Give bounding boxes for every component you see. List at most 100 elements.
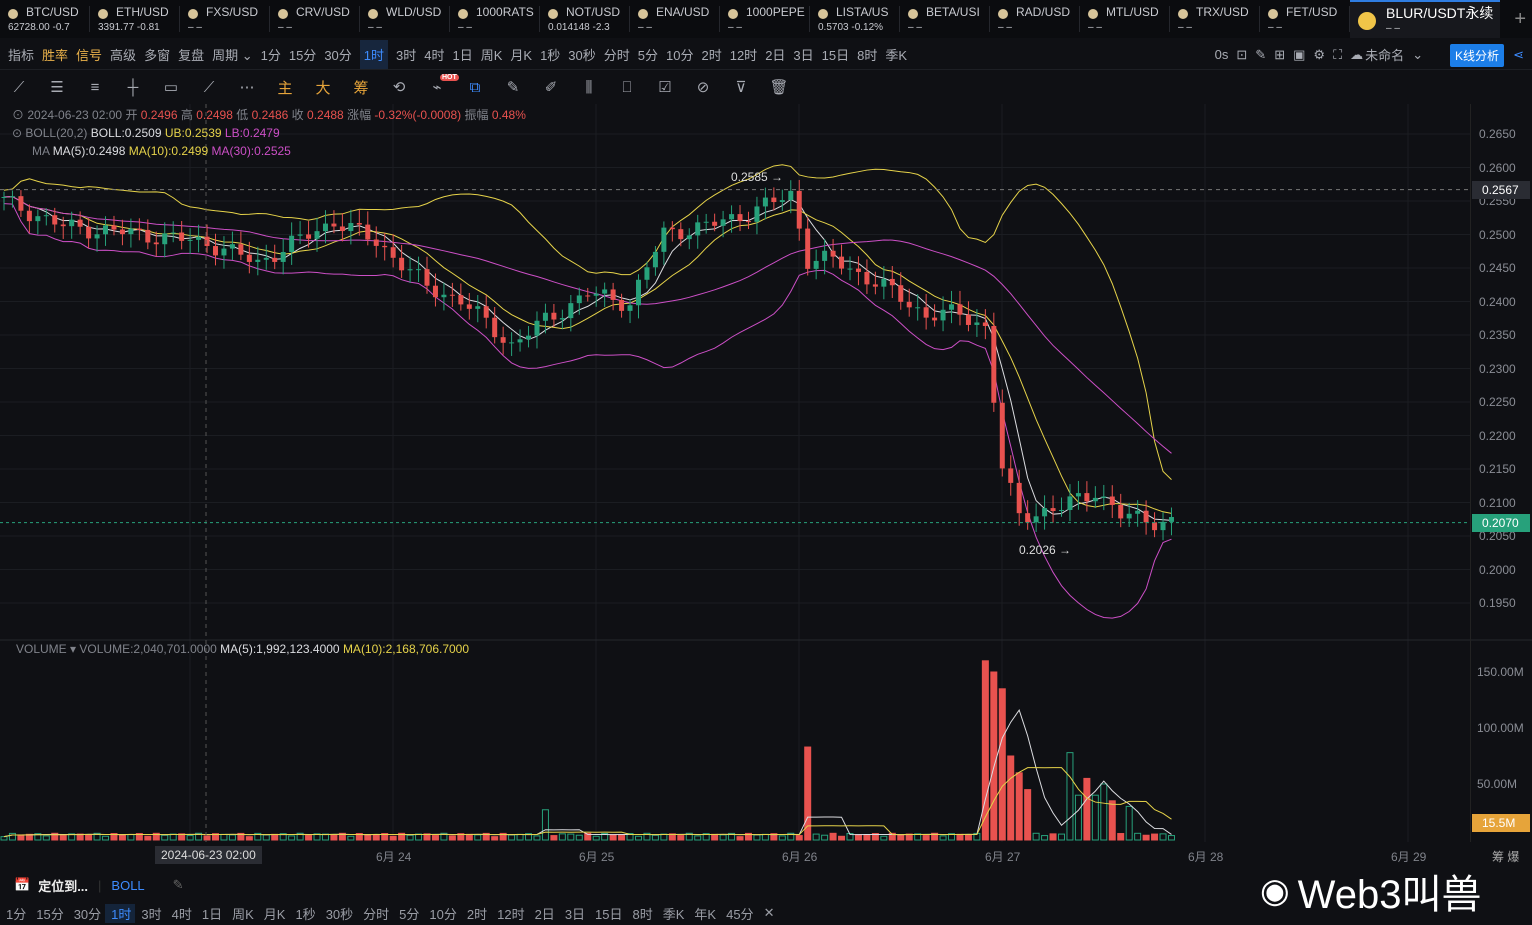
bottom-interval-tab[interactable]: 1时 [105,903,136,923]
line-tool-icon[interactable]: ⟋ [0,79,38,96]
locate-button[interactable]: 定位到... [38,876,88,895]
toolbar-3[interactable]: 高级 [110,45,136,64]
lock-icon[interactable]: ⎕ [608,79,646,96]
toolbar-1[interactable]: 胜率 [42,45,68,64]
bottom-interval-tab[interactable]: 3时 [135,904,165,923]
ticker-tab[interactable]: LISTA/US 0.5703 -0.12% [810,6,900,32]
magnet-icon[interactable]: ⊘ [684,78,722,96]
interval-tab[interactable]: 1时 [359,40,389,69]
ticker-tab[interactable]: BLUR/USDT永续 – – [1350,0,1500,38]
calendar-icon[interactable]: 📅 [14,877,30,893]
bottom-interval-tab[interactable]: 1日 [196,904,226,923]
ticker-tab[interactable]: 1000RATS – – [450,6,540,32]
compare-icon[interactable]: ⫼ [570,79,608,96]
camera-icon[interactable]: ⊡ [1236,47,1247,63]
interval-tab[interactable]: 2日 [765,45,785,64]
layout-name[interactable]: 未命名 [1365,45,1404,64]
note-icon[interactable]: ☑ [646,78,684,96]
bottom-interval-tab[interactable]: 1秒 [289,904,319,923]
bottom-interval-tab[interactable]: 分时 [357,904,393,923]
bottom-interval-tab[interactable]: 5分 [393,904,423,923]
trash-icon[interactable]: 🗑 [760,78,798,96]
cloud-icon[interactable]: ☁ [1350,47,1363,63]
filter-icon[interactable]: ⊽ [722,78,760,96]
interval-tab[interactable]: 15日 [822,45,849,64]
ma-name[interactable]: MA [32,144,49,158]
bottom-interval-tab[interactable]: 月K [258,904,290,923]
interval-tab[interactable]: 15分 [289,45,316,64]
boll-name[interactable]: BOLL(20,2) [25,126,87,140]
collapse-icon[interactable]: ⊙ [12,126,25,140]
brush-icon[interactable]: ✐ [532,78,570,96]
volume-name[interactable]: VOLUME [16,642,67,656]
ticker-tab[interactable]: ENA/USD – – [630,6,720,32]
interval-tab[interactable]: 3日 [793,45,813,64]
bottom-interval-tab[interactable]: 季K [657,904,689,923]
bottom-interval-tab[interactable]: 年K [688,904,720,923]
ticker-tab[interactable]: RAD/USD – – [990,6,1080,32]
interval-tab[interactable]: 3时 [396,45,416,64]
interval-tab[interactable]: 1日 [452,45,472,64]
bottom-interval-tab[interactable]: 1分 [0,904,30,923]
main-chip-button[interactable]: 主 [266,77,304,98]
horizontal-line-icon[interactable]: ┼ [114,79,152,96]
interval-tab[interactable]: 月K [510,45,532,64]
interval-tab[interactable]: 8时 [857,45,877,64]
parallel-lines-icon[interactable]: ☰ [38,78,76,96]
interval-tab[interactable]: 分时 [604,45,630,64]
ruler-icon[interactable]: ✎ [494,78,532,96]
ticker-tab[interactable]: FXS/USD – – [180,6,270,32]
interval-tab[interactable]: 30分 [324,45,351,64]
interval-tab[interactable]: 12时 [730,45,757,64]
add-window-icon[interactable]: ⊞ [1274,47,1285,63]
ray-icon[interactable]: ⟋ [190,79,228,96]
interval-tab[interactable]: 周K [481,45,503,64]
ticker-tab[interactable]: ETH/USD 3391.77 -0.81 [90,6,180,32]
bottom-interval-tab[interactable]: 2日 [529,904,559,923]
large-chip-button[interactable]: 大 [304,77,342,98]
fullscreen-icon[interactable]: ⛶ [1333,47,1342,63]
price-chart[interactable] [0,104,1532,842]
share-icon[interactable]: ⋖ [1513,47,1524,63]
interval-tab[interactable]: 1分 [261,45,281,64]
indicator-tag[interactable]: BOLL [111,878,144,893]
ticker-tab[interactable]: TRX/USD – – [1170,6,1260,32]
ticker-tab[interactable]: FET/USD – – [1260,6,1350,32]
ticker-tab[interactable]: WLD/USD – – [360,6,450,32]
ticker-tab[interactable]: 1000PEPE – – [720,6,810,32]
rectangle-icon[interactable]: ▭ [152,78,190,96]
bottom-interval-tab[interactable]: 45分 [720,904,757,923]
bottom-interval-tab[interactable]: 4时 [166,904,196,923]
bottom-interval-tab[interactable]: 15日 [589,904,626,923]
toolbar-4[interactable]: 多窗 [144,45,170,64]
k-analysis-button[interactable]: K线分析 [1449,44,1504,67]
interval-tab[interactable]: 4时 [424,45,444,64]
ticker-tab[interactable]: CRV/USD – – [270,6,360,32]
ticker-tab[interactable]: MTL/USD – – [1080,6,1170,32]
bottom-interval-tab[interactable]: 2时 [461,904,491,923]
bottom-interval-tab[interactable]: 30秒 [320,904,357,923]
edit-icon[interactable]: ✎ [173,877,184,893]
bottom-interval-tab[interactable]: 3日 [559,904,589,923]
bottom-interval-tab[interactable]: 10分 [423,904,460,923]
bottom-interval-tab[interactable]: 30分 [68,904,105,923]
template-icon[interactable]: ▣ [1293,47,1305,63]
settings-icon[interactable]: ⚙ [1313,47,1325,63]
ticker-tab[interactable]: BETA/USI – – [900,6,990,32]
toolbar-6[interactable]: 周期 ⌄ [212,45,253,64]
collapse-icon[interactable]: ⊙ [12,108,27,122]
pen-icon[interactable]: ✎ [1255,47,1266,63]
bottom-interval-tab[interactable]: 8时 [627,904,657,923]
interval-tab[interactable]: 30秒 [568,45,595,64]
interval-tab[interactable]: 1秒 [540,45,560,64]
chip-button[interactable]: 筹 [342,77,380,98]
interval-tab[interactable]: 10分 [666,45,693,64]
interval-tab[interactable]: 季K [885,45,907,64]
interval-tab[interactable]: 5分 [638,45,658,64]
toolbar-5[interactable]: 复盘 [178,45,204,64]
bottom-interval-tab[interactable]: 15分 [30,904,67,923]
toolbar-2[interactable]: 信号 [76,45,102,64]
chevron-down-icon[interactable]: ⌄ [1412,47,1423,63]
hot-tool-icon[interactable]: ⌁ HOT [418,74,459,96]
interval-tab[interactable]: 2时 [701,45,721,64]
